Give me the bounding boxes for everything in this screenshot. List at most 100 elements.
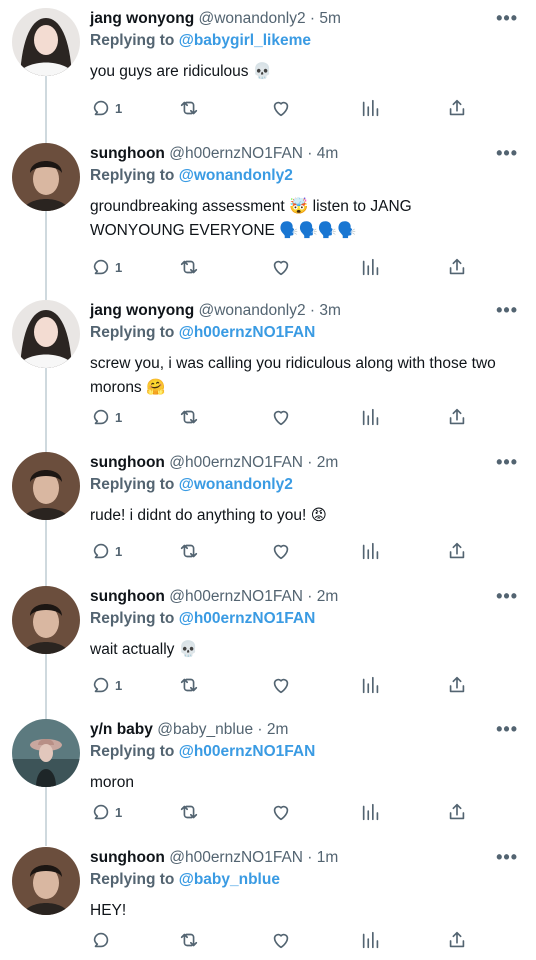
tweet: sunghoon @h00ernzNO1FAN · 2m ••• Replyin… — [0, 444, 536, 569]
retweet-button[interactable] — [178, 927, 200, 953]
author-handle[interactable]: @wonandonly2 · 3m — [199, 302, 341, 319]
author-name[interactable]: jang wonyong — [90, 302, 194, 319]
like-button[interactable] — [270, 799, 292, 825]
stats-button[interactable] — [360, 95, 382, 121]
tweet-actions: 1 — [90, 538, 480, 564]
retweet-button[interactable] — [178, 672, 200, 698]
like-button[interactable] — [270, 404, 292, 430]
tweet: sunghoon @h00ernzNO1FAN · 2m ••• Replyin… — [0, 578, 536, 703]
reply-to-link[interactable]: @h00ernzNO1FAN — [179, 743, 316, 760]
like-button[interactable] — [270, 672, 292, 698]
reply-icon — [93, 932, 109, 948]
retweet-button[interactable] — [178, 254, 200, 280]
tweet-actions: 1 — [90, 254, 480, 280]
stats-button[interactable] — [360, 404, 382, 430]
reply-to-link[interactable]: @h00ernzNO1FAN — [179, 324, 316, 341]
stats-button[interactable] — [360, 254, 382, 280]
author-name[interactable]: sunghoon — [90, 849, 165, 866]
like-button[interactable] — [270, 538, 292, 564]
author-handle[interactable]: @h00ernzNO1FAN · 1m — [169, 849, 338, 866]
author-handle[interactable]: @wonandonly2 · 5m — [199, 10, 341, 27]
reply-to-link[interactable]: @baby_nblue — [179, 871, 280, 888]
tweet: sunghoon @h00ernzNO1FAN · 4m ••• Replyin… — [0, 135, 536, 285]
more-icon[interactable]: ••• — [496, 586, 518, 607]
author-name[interactable]: sunghoon — [90, 588, 165, 605]
author-handle[interactable]: @baby_nblue · 2m — [157, 721, 288, 738]
like-icon — [273, 260, 289, 276]
author-name[interactable]: jang wonyong — [90, 10, 194, 27]
share-button[interactable] — [446, 404, 468, 430]
share-button[interactable] — [446, 538, 468, 564]
reply-to-link[interactable]: @babygirl_likeme — [179, 32, 311, 49]
reply-button[interactable]: 1 — [90, 538, 122, 564]
like-button[interactable] — [270, 254, 292, 280]
avatar[interactable] — [12, 452, 80, 520]
more-icon[interactable]: ••• — [496, 300, 518, 321]
share-icon — [449, 99, 465, 116]
author-handle[interactable]: @h00ernzNO1FAN · 4m — [169, 145, 338, 162]
stats-button[interactable] — [360, 538, 382, 564]
reply-count: 1 — [115, 543, 123, 559]
stats-icon — [362, 676, 379, 694]
like-button[interactable] — [270, 927, 292, 953]
more-icon[interactable]: ••• — [496, 719, 518, 740]
reply-button[interactable]: 1 — [90, 672, 122, 698]
author-name[interactable]: y/n baby — [90, 721, 153, 738]
share-icon — [449, 542, 465, 559]
reply-icon — [93, 409, 109, 425]
more-icon[interactable]: ••• — [496, 8, 518, 29]
tweet-text: groundbreaking assessment 🤯 listen to JA… — [90, 198, 412, 239]
replying-label: Replying to — [90, 167, 175, 184]
reply-icon — [93, 100, 109, 116]
reply-icon — [93, 259, 109, 275]
reply-button[interactable]: 1 — [90, 799, 122, 825]
reply-to-link[interactable]: @wonandonly2 — [179, 167, 293, 184]
author-name[interactable]: sunghoon — [90, 145, 165, 162]
reply-button[interactable] — [90, 927, 115, 953]
replying-label: Replying to — [90, 871, 175, 888]
avatar[interactable] — [12, 719, 80, 787]
share-button[interactable] — [446, 672, 468, 698]
tweet: y/n baby @baby_nblue · 2m ••• Replying t… — [0, 711, 536, 836]
like-button[interactable] — [270, 95, 292, 121]
reply-icon — [93, 543, 109, 559]
reply-button[interactable]: 1 — [90, 404, 122, 430]
retweet-button[interactable] — [178, 538, 200, 564]
stats-button[interactable] — [360, 799, 382, 825]
author-handle[interactable]: @h00ernzNO1FAN · 2m — [169, 454, 338, 471]
share-button[interactable] — [446, 254, 468, 280]
tweet-actions — [90, 927, 480, 953]
retweet-button[interactable] — [178, 799, 200, 825]
tweet-actions: 1 — [90, 404, 480, 430]
stats-icon — [362, 931, 379, 949]
more-icon[interactable]: ••• — [496, 847, 518, 868]
reply-to-link[interactable]: @h00ernzNO1FAN — [179, 610, 316, 627]
reply-button[interactable]: 1 — [90, 254, 122, 280]
replying-to: Replying to @wonandonly2 — [90, 167, 293, 185]
avatar[interactable] — [12, 143, 80, 211]
tweet-actions: 1 — [90, 95, 480, 121]
replying-label: Replying to — [90, 610, 175, 627]
author-name[interactable]: sunghoon — [90, 454, 165, 471]
more-icon[interactable]: ••• — [496, 452, 518, 473]
retweet-icon — [180, 678, 198, 692]
retweet-icon — [180, 805, 198, 819]
replying-to: Replying to @baby_nblue — [90, 871, 280, 889]
stats-button[interactable] — [360, 927, 382, 953]
author-handle[interactable]: @h00ernzNO1FAN · 2m — [169, 588, 338, 605]
share-button[interactable] — [446, 95, 468, 121]
reply-button[interactable]: 1 — [90, 95, 122, 121]
retweet-button[interactable] — [178, 404, 200, 430]
avatar[interactable] — [12, 300, 80, 368]
avatar[interactable] — [12, 586, 80, 654]
reply-to-link[interactable]: @wonandonly2 — [179, 476, 293, 493]
like-icon — [273, 805, 289, 821]
retweet-button[interactable] — [178, 95, 200, 121]
share-button[interactable] — [446, 927, 468, 953]
avatar[interactable] — [12, 8, 80, 76]
more-icon[interactable]: ••• — [496, 143, 518, 164]
avatar[interactable] — [12, 847, 80, 915]
stats-button[interactable] — [360, 672, 382, 698]
tweet-text: wait actually 💀 — [90, 641, 199, 658]
share-button[interactable] — [446, 799, 468, 825]
